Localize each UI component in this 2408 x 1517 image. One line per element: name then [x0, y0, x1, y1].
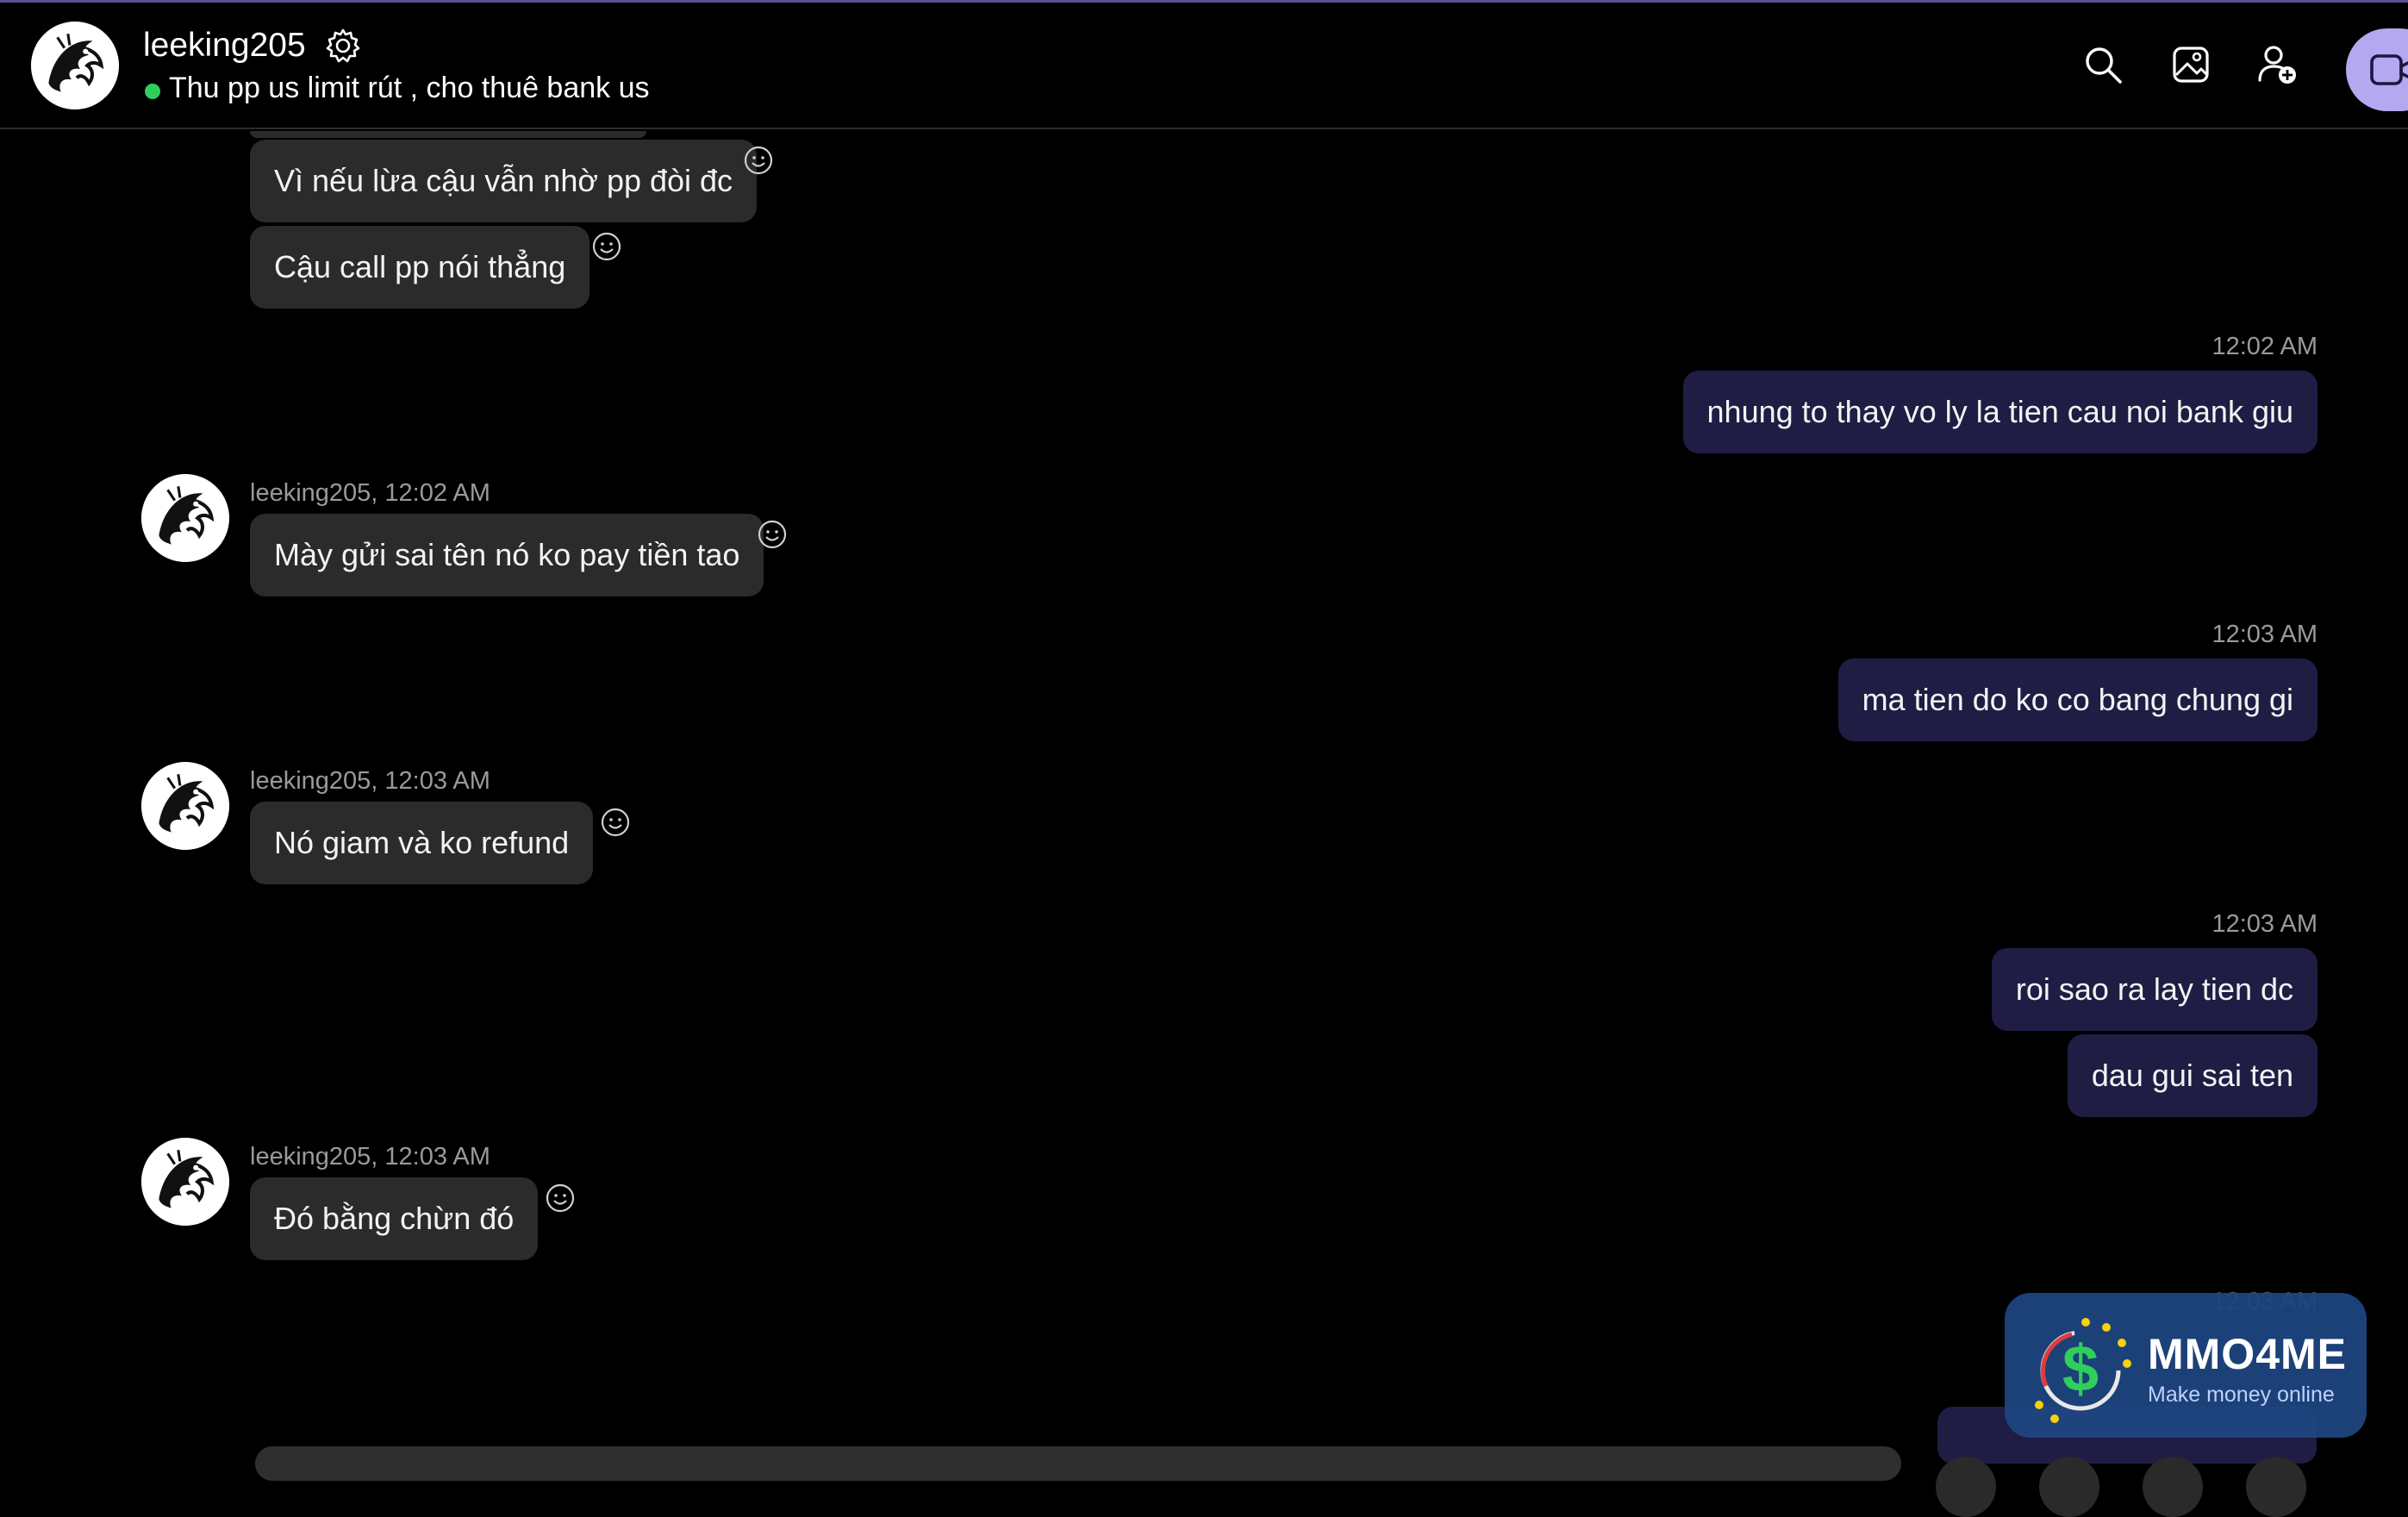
react-emoji-icon[interactable]: [591, 231, 622, 262]
online-status-dot: [145, 84, 160, 99]
sender-avatar[interactable]: [141, 474, 229, 562]
gallery-icon[interactable]: [2168, 42, 2213, 87]
sender-meta: leeking205, 12:03 AM: [250, 767, 490, 795]
message-bubble-incoming[interactable]: Nó giam và ko refund: [250, 802, 594, 884]
sender-meta: leeking205, 12:03 AM: [250, 1143, 490, 1171]
search-icon[interactable]: [2080, 42, 2125, 87]
sender-avatar[interactable]: [141, 762, 229, 850]
composer-action-button[interactable]: [2246, 1457, 2306, 1517]
react-emoji-icon[interactable]: [743, 145, 774, 176]
message-bubble-incoming[interactable]: Vì nếu lừa cậu vẫn nhờ pp đòi đc: [250, 140, 758, 222]
message-timestamp: 12:03 AM: [2211, 621, 2318, 648]
react-emoji-icon[interactable]: [757, 519, 788, 550]
composer-action-button[interactable]: [2039, 1457, 2099, 1517]
composer-action-button[interactable]: [2143, 1457, 2203, 1517]
sender-avatar[interactable]: [141, 1138, 229, 1226]
contact-avatar[interactable]: [31, 22, 119, 109]
message-bubble-outgoing[interactable]: roi sao ra lay tien dc: [1991, 948, 2318, 1031]
message-bubble-outgoing[interactable]: ma tien do ko co bang chung gi: [1837, 659, 2318, 741]
message-input[interactable]: [255, 1446, 1901, 1481]
dollar-coin-icon: $: [2035, 1318, 2131, 1423]
message-timestamp: 12:03 AM: [2211, 910, 2318, 938]
message-bubble-incoming[interactable]: Đó bằng chừn đó: [250, 1177, 539, 1260]
contact-status-text: Thu pp us limit rút , cho thuê bank us: [169, 72, 650, 104]
message-bubble-incoming[interactable]: Mày gửi sai tên nó ko pay tiền tao: [250, 514, 764, 596]
message-list[interactable]: Vì nếu lừa cậu vẫn nhờ pp đòi đc Cậu cal…: [0, 131, 2408, 1464]
message-bubble-outgoing[interactable]: dau gui sai ten: [2067, 1034, 2318, 1117]
svg-text:$: $: [2062, 1333, 2099, 1406]
composer-action-button[interactable]: [1936, 1457, 1996, 1517]
video-call-button[interactable]: [2346, 28, 2408, 111]
react-emoji-icon[interactable]: [600, 807, 631, 838]
gear-icon[interactable]: [324, 27, 362, 65]
sender-meta: leeking205, 12:02 AM: [250, 479, 490, 507]
message-bubble-incoming[interactable]: Cậu call pp nói thẳng: [250, 226, 590, 309]
add-user-icon[interactable]: [2255, 42, 2299, 87]
contact-name[interactable]: leeking205: [143, 27, 306, 65]
watermark-subtitle: Make money online: [2148, 1383, 2335, 1407]
message-bubble-partial: [250, 131, 646, 138]
message-bubble-outgoing[interactable]: nhung to thay vo ly la tien cau noi bank…: [1682, 371, 2318, 453]
watermark-logo: $ MMO4ME Make money online: [2005, 1293, 2367, 1438]
react-emoji-icon[interactable]: [545, 1183, 576, 1214]
chat-header: leeking205 Thu pp us limit rút , cho thu…: [0, 3, 2408, 129]
video-call-icon: [2370, 54, 2408, 85]
watermark-title: MMO4ME: [2148, 1330, 2347, 1378]
message-timestamp: 12:02 AM: [2211, 333, 2318, 360]
